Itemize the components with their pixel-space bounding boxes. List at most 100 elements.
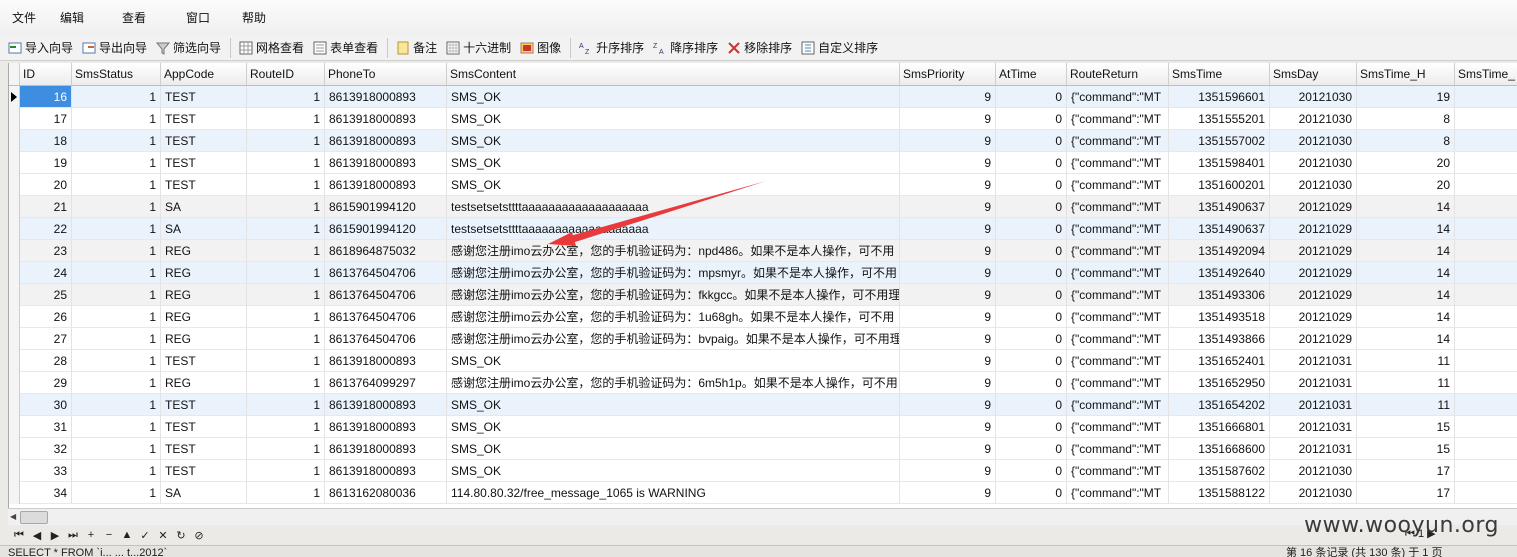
table-cell[interactable]: 1351557002 (1169, 130, 1270, 152)
toolbar-button-sort-asc[interactable]: A Z 升序排序 (579, 37, 644, 59)
row-indicator[interactable] (9, 328, 20, 350)
table-cell[interactable]: SMS_OK (447, 394, 900, 416)
table-cell[interactable]: 1 (247, 130, 325, 152)
table-cell[interactable] (1455, 350, 1517, 372)
table-cell[interactable]: 31 (20, 416, 72, 438)
table-cell[interactable]: 11 (1357, 394, 1455, 416)
table-cell[interactable]: 14 (1357, 196, 1455, 218)
table-cell[interactable]: 20121029 (1270, 218, 1357, 240)
nav-button-3[interactable]: ⏭ (64, 529, 82, 542)
table-cell[interactable]: 1 (72, 416, 161, 438)
row-indicator[interactable] (9, 86, 20, 108)
table-cell[interactable]: 1 (247, 372, 325, 394)
table-row[interactable]: 33 1 TEST 1 8613918000893 SMS_OK 9 0 {"command":… (9, 460, 1517, 482)
table-cell[interactable]: REG (161, 328, 247, 350)
table-cell[interactable] (1455, 240, 1517, 262)
table-cell[interactable]: SA (161, 482, 247, 504)
table-cell[interactable]: 8613162080036 (325, 482, 447, 504)
table-cell[interactable]: 23 (20, 240, 72, 262)
table-cell[interactable]: 0 (996, 306, 1067, 328)
nav-button-10[interactable]: ⊘ (190, 529, 208, 542)
table-cell[interactable]: testsetsetsttttaaaaaaaaaaaaaaaaaaa (447, 196, 900, 218)
table-cell[interactable]: 0 (996, 416, 1067, 438)
table-cell[interactable]: {"command":"MT (1067, 306, 1169, 328)
table-cell[interactable]: 1 (72, 240, 161, 262)
table-cell[interactable]: 8618964875032 (325, 240, 447, 262)
table-cell[interactable]: {"command":"MT (1067, 350, 1169, 372)
table-cell[interactable]: SA (161, 218, 247, 240)
table-cell[interactable]: 1 (72, 372, 161, 394)
table-cell[interactable]: 20121029 (1270, 262, 1357, 284)
column-header[interactable]: SmsTime (1169, 63, 1270, 85)
column-header[interactable]: SmsStatus (72, 63, 161, 85)
table-cell[interactable]: 1351596601 (1169, 86, 1270, 108)
table-cell[interactable]: 1351668600 (1169, 438, 1270, 460)
table-cell[interactable]: 8613918000893 (325, 350, 447, 372)
table-cell[interactable]: 8613764504706 (325, 328, 447, 350)
table-cell[interactable]: 20121031 (1270, 438, 1357, 460)
table-cell[interactable]: 1351654202 (1169, 394, 1270, 416)
table-cell[interactable]: 14 (1357, 284, 1455, 306)
table-cell[interactable] (1455, 152, 1517, 174)
table-cell[interactable]: 0 (996, 218, 1067, 240)
table-cell[interactable]: {"command":"MT (1067, 482, 1169, 504)
table-row[interactable]: 22 1 SA 1 8615901994120 testsetsetsttttaaaaaa… (9, 218, 1517, 240)
table-cell[interactable]: 14 (1357, 240, 1455, 262)
table-cell[interactable]: 14 (1357, 328, 1455, 350)
table-cell[interactable]: 14 (1357, 218, 1455, 240)
table-cell[interactable]: 9 (900, 284, 996, 306)
table-cell[interactable]: 20121031 (1270, 372, 1357, 394)
table-cell[interactable]: {"command":"MT (1067, 284, 1169, 306)
table-cell[interactable]: 1351652401 (1169, 350, 1270, 372)
table-cell[interactable]: 14 (1357, 306, 1455, 328)
table-cell[interactable] (1455, 438, 1517, 460)
row-indicator[interactable] (9, 372, 20, 394)
table-cell[interactable]: 1 (247, 438, 325, 460)
table-cell[interactable]: 9 (900, 372, 996, 394)
horizontal-scrollbar[interactable]: ◀ (8, 508, 1517, 525)
row-indicator[interactable] (9, 130, 20, 152)
table-cell[interactable]: {"command":"MT (1067, 394, 1169, 416)
table-cell[interactable]: 9 (900, 218, 996, 240)
table-cell[interactable]: 9 (900, 416, 996, 438)
table-cell[interactable]: {"command":"MT (1067, 460, 1169, 482)
toolbar-button-grid[interactable]: 网格查看 (239, 37, 304, 59)
table-cell[interactable]: 8613918000893 (325, 86, 447, 108)
table-cell[interactable]: 14 (1357, 262, 1455, 284)
toolbar-button-image[interactable]: 图像 (520, 37, 561, 59)
table-row[interactable]: 24 1 REG 1 8613764504706 感谢您注册imo云办公室，您的手机验证码… (9, 262, 1517, 284)
table-cell[interactable]: 24 (20, 262, 72, 284)
table-cell[interactable] (1455, 108, 1517, 130)
menu-item-0[interactable]: 文件 (0, 9, 48, 26)
table-row[interactable]: 31 1 TEST 1 8613918000893 SMS_OK 9 0 {"command":… (9, 416, 1517, 438)
table-row[interactable]: 28 1 TEST 1 8613918000893 SMS_OK 9 0 {"command":… (9, 350, 1517, 372)
table-cell[interactable]: 1 (72, 306, 161, 328)
nav-button-4[interactable]: + (82, 529, 100, 541)
table-cell[interactable]: 0 (996, 328, 1067, 350)
toolbar-button-remove-sort[interactable]: 移除排序 (727, 37, 792, 59)
table-cell[interactable]: {"command":"MT (1067, 262, 1169, 284)
table-cell[interactable]: 1351666801 (1169, 416, 1270, 438)
table-cell[interactable]: SMS_OK (447, 152, 900, 174)
table-cell[interactable]: 1 (72, 130, 161, 152)
table-cell[interactable]: 1351493866 (1169, 328, 1270, 350)
table-cell[interactable]: {"command":"MT (1067, 152, 1169, 174)
nav-button-2[interactable]: ▶ (46, 529, 64, 542)
table-cell[interactable]: 1351587602 (1169, 460, 1270, 482)
column-header[interactable]: PhoneTo (325, 63, 447, 85)
table-cell[interactable]: 20121030 (1270, 482, 1357, 504)
table-cell[interactable]: 30 (20, 394, 72, 416)
nav-button-9[interactable]: ↻ (172, 529, 190, 542)
row-indicator[interactable] (9, 108, 20, 130)
table-cell[interactable]: 感谢您注册imo云办公室，您的手机验证码为：bvpaig。如果不是本人操作，可不… (447, 328, 900, 350)
table-cell[interactable]: 33 (20, 460, 72, 482)
table-cell[interactable] (1455, 218, 1517, 240)
table-cell[interactable]: 20121031 (1270, 416, 1357, 438)
table-cell[interactable] (1455, 284, 1517, 306)
table-cell[interactable]: 20121029 (1270, 306, 1357, 328)
table-cell[interactable]: {"command":"MT (1067, 86, 1169, 108)
column-header[interactable]: RouteReturn (1067, 63, 1169, 85)
table-cell[interactable]: REG (161, 372, 247, 394)
row-indicator[interactable] (9, 350, 20, 372)
table-cell[interactable]: {"command":"MT (1067, 372, 1169, 394)
